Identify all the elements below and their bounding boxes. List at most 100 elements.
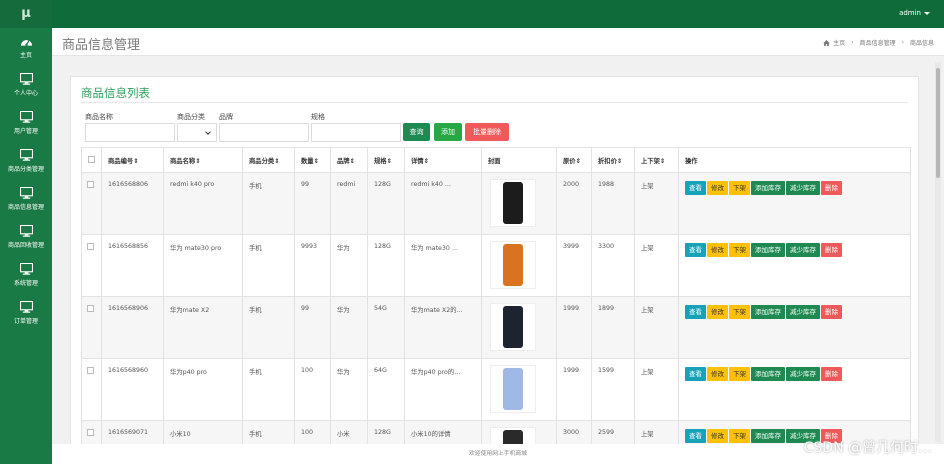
view-button[interactable]: 查看 bbox=[685, 243, 706, 257]
phone-image bbox=[503, 306, 523, 348]
cover-image bbox=[490, 179, 536, 227]
sidebar-item-3[interactable]: 商品分类管理 bbox=[0, 142, 52, 180]
brand-input[interactable] bbox=[219, 123, 309, 142]
scrollbar[interactable] bbox=[935, 62, 941, 442]
reduce-stock-button[interactable]: 减少库存 bbox=[786, 181, 820, 195]
cover-image bbox=[490, 303, 536, 351]
row-checkbox[interactable] bbox=[87, 429, 94, 436]
edit-button[interactable]: 修改 bbox=[707, 305, 728, 319]
cell-brand: 华为 bbox=[330, 234, 368, 297]
cell-price: 1999 bbox=[556, 358, 592, 421]
query-button[interactable]: 查询 bbox=[403, 123, 430, 141]
unlist-button[interactable]: 下架 bbox=[729, 305, 750, 319]
header-name[interactable]: 商品名称⇕ bbox=[163, 147, 243, 173]
reduce-stock-button[interactable]: 减少库存 bbox=[786, 367, 820, 381]
category-select[interactable] bbox=[177, 123, 217, 142]
chevron-down-icon bbox=[205, 129, 211, 135]
row-actions: 查看 修改 下架 添加库存 减少库存 删除 bbox=[685, 181, 910, 195]
cell-brand: 华为 bbox=[330, 296, 368, 359]
sidebar-item-4[interactable]: 商品信息管理 bbox=[0, 180, 52, 218]
unlist-button[interactable]: 下架 bbox=[729, 367, 750, 381]
cell-status: 上架 bbox=[634, 296, 679, 359]
delete-button[interactable]: 删除 bbox=[821, 181, 842, 195]
monitor-icon bbox=[19, 224, 33, 237]
view-button[interactable]: 查看 bbox=[685, 367, 706, 381]
unlist-button[interactable]: 下架 bbox=[729, 181, 750, 195]
sidebar-item-7[interactable]: 订单管理 bbox=[0, 294, 52, 332]
row-checkbox[interactable] bbox=[87, 243, 94, 250]
cell-id: 1616568856 bbox=[101, 234, 164, 297]
page-header: 商品信息管理 主页 › 商品信息管理 › 商品信息 bbox=[52, 28, 944, 56]
cell-detail: 华为p40 pro的... bbox=[404, 358, 482, 421]
cell-id: 1616568906 bbox=[101, 296, 164, 359]
sidebar-item-1[interactable]: 个人中心 bbox=[0, 66, 52, 104]
header-discount[interactable]: 折扣价⇕ bbox=[591, 147, 635, 173]
header-status[interactable]: 上下架⇕ bbox=[634, 147, 679, 173]
cell-brand: redmi bbox=[330, 172, 368, 235]
cell-name: redmi k40 pro bbox=[163, 172, 243, 235]
delete-button[interactable]: 删除 bbox=[821, 367, 842, 381]
name-input[interactable] bbox=[85, 123, 175, 142]
card-title: 商品信息列表 bbox=[81, 86, 150, 100]
cell-status: 上架 bbox=[634, 358, 679, 421]
monitor-icon bbox=[19, 186, 33, 199]
scrollbar-thumb[interactable] bbox=[936, 68, 940, 178]
header-category[interactable]: 商品分类⇕ bbox=[242, 147, 295, 173]
view-button[interactable]: 查看 bbox=[685, 181, 706, 195]
select-all-checkbox[interactable] bbox=[88, 156, 95, 164]
breadcrumb-home[interactable]: 主页 bbox=[833, 38, 845, 47]
reduce-stock-button[interactable]: 减少库存 bbox=[786, 305, 820, 319]
phone-image bbox=[503, 244, 523, 286]
row-select-cell bbox=[81, 234, 102, 297]
edit-button[interactable]: 修改 bbox=[707, 367, 728, 381]
add-stock-button[interactable]: 添加库存 bbox=[751, 429, 785, 443]
cell-detail: redmi k40 ... bbox=[404, 172, 482, 235]
home-icon bbox=[823, 39, 830, 46]
reduce-stock-button[interactable]: 减少库存 bbox=[786, 243, 820, 257]
view-button[interactable]: 查看 bbox=[685, 429, 706, 443]
header-price[interactable]: 原价⇕ bbox=[556, 147, 592, 173]
add-button[interactable]: 添加 bbox=[434, 123, 462, 141]
breadcrumb-separator: › bbox=[901, 39, 904, 46]
cell-name: 华为 mate30 pro bbox=[163, 234, 243, 297]
sidebar-item-2[interactable]: 用户管理 bbox=[0, 104, 52, 142]
edit-button[interactable]: 修改 bbox=[707, 429, 728, 443]
edit-button[interactable]: 修改 bbox=[707, 181, 728, 195]
row-checkbox[interactable] bbox=[87, 305, 94, 312]
delete-button[interactable]: 删除 bbox=[821, 243, 842, 257]
unlist-button[interactable]: 下架 bbox=[729, 243, 750, 257]
table-row: 1616568960 华为p40 pro 手机 100 华为 64G 华为p40 pro的.… bbox=[81, 358, 911, 421]
header-spec[interactable]: 规格⇕ bbox=[367, 147, 405, 173]
spec-input[interactable] bbox=[311, 123, 401, 142]
view-button[interactable]: 查看 bbox=[685, 305, 706, 319]
monitor-icon bbox=[19, 262, 33, 275]
monitor-icon bbox=[19, 72, 33, 85]
cell-spec: 54G bbox=[367, 296, 405, 359]
add-stock-button[interactable]: 添加库存 bbox=[751, 181, 785, 195]
sidebar-item-5[interactable]: 商品回收管理 bbox=[0, 218, 52, 256]
edit-button[interactable]: 修改 bbox=[707, 243, 728, 257]
row-checkbox[interactable] bbox=[87, 367, 94, 374]
cell-category: 手机 bbox=[242, 358, 295, 421]
user-menu[interactable]: admin bbox=[899, 9, 930, 17]
unlist-button[interactable]: 下架 bbox=[729, 429, 750, 443]
cell-detail: 华为mate X2的... bbox=[404, 296, 482, 359]
cell-qty: 100 bbox=[294, 358, 331, 421]
sidebar-item-6[interactable]: 系统管理 bbox=[0, 256, 52, 294]
cell-discount: 1988 bbox=[591, 172, 635, 235]
row-select-cell bbox=[81, 358, 102, 421]
header-qty[interactable]: 数量⇕ bbox=[294, 147, 331, 173]
header-brand[interactable]: 品牌⇕ bbox=[330, 147, 368, 173]
batch-delete-button[interactable]: 批量删除 bbox=[465, 123, 509, 141]
row-checkbox[interactable] bbox=[87, 181, 94, 188]
add-stock-button[interactable]: 添加库存 bbox=[751, 367, 785, 381]
add-stock-button[interactable]: 添加库存 bbox=[751, 243, 785, 257]
sidebar-item-0[interactable]: 主页 bbox=[0, 28, 52, 66]
cover-image bbox=[490, 365, 536, 413]
delete-button[interactable]: 删除 bbox=[821, 305, 842, 319]
breadcrumb-section[interactable]: 商品信息管理 bbox=[860, 38, 896, 47]
monitor-icon bbox=[19, 110, 33, 123]
header-id[interactable]: 商品编号⇕ bbox=[101, 147, 164, 173]
header-detail[interactable]: 详情⇕ bbox=[404, 147, 482, 173]
add-stock-button[interactable]: 添加库存 bbox=[751, 305, 785, 319]
